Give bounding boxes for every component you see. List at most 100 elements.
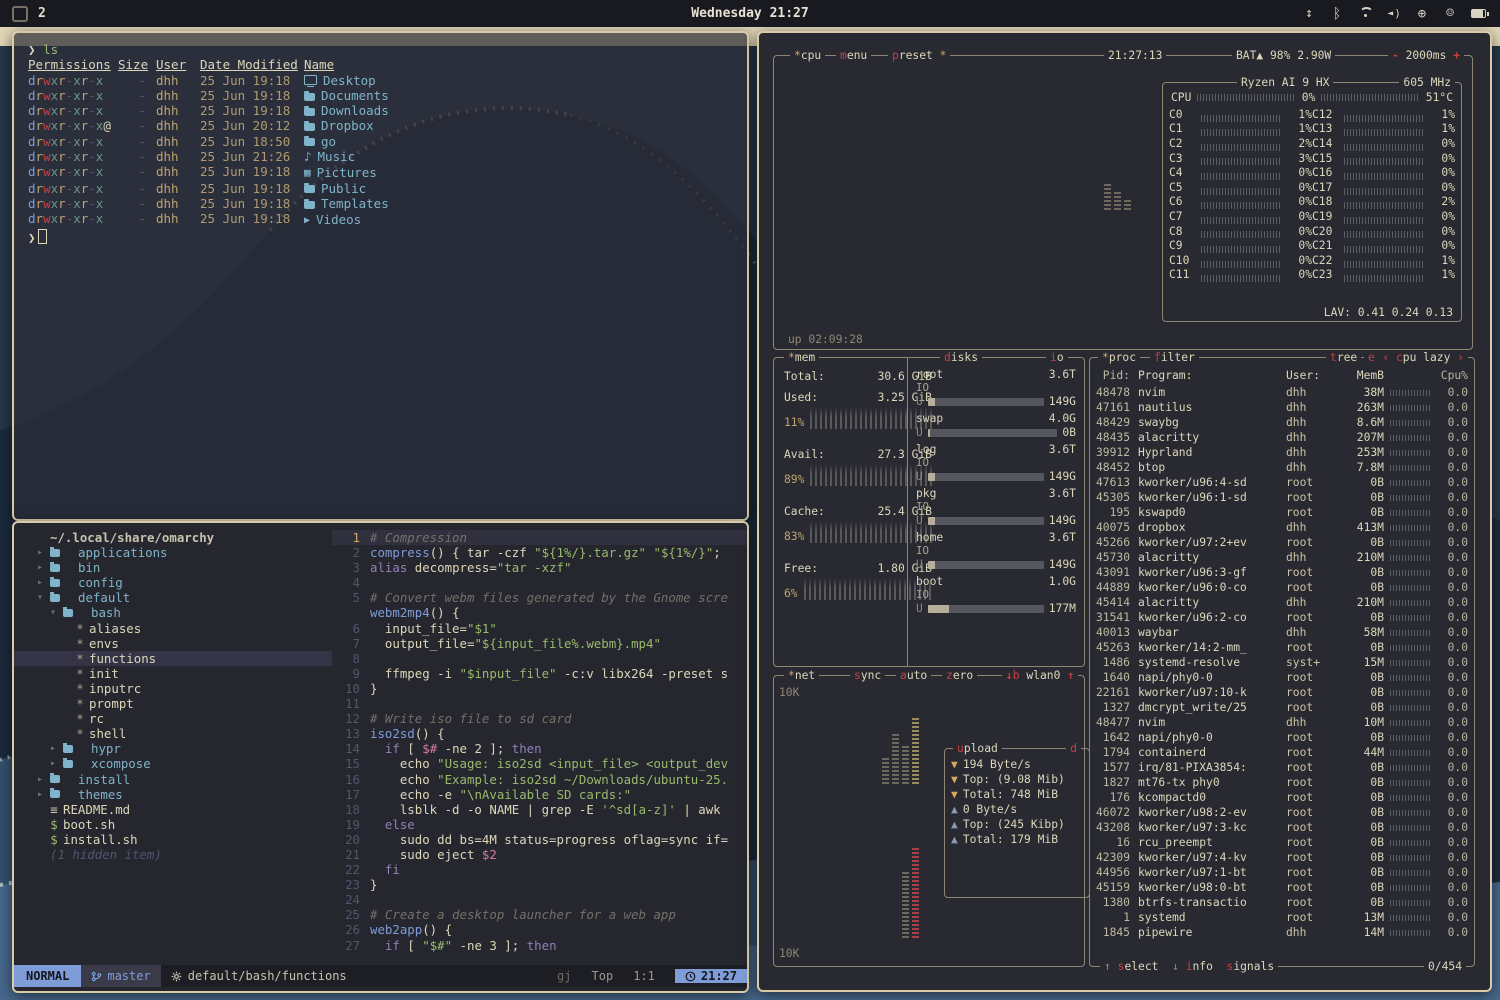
process-row[interactable]: 45263 kworker/14:2-mm_ root 0B 0.0 [1092, 640, 1472, 655]
tree-item[interactable]: inputrc [14, 681, 332, 696]
process-row[interactable]: 47613 kworker/u96:4-sd root 0B 0.0 [1092, 475, 1472, 490]
tree-item[interactable]: README.md [14, 802, 332, 817]
update-interval-control[interactable]: - 2000ms + [1388, 48, 1464, 63]
process-row[interactable]: 1577 irq/81-PIXA3854: root 0B 0.0 [1092, 760, 1472, 775]
process-row[interactable]: 43208 kworker/u97:3-kc root 0B 0.0 [1092, 820, 1472, 835]
process-row[interactable]: 48435 alacritty dhh 207M 0.0 [1092, 430, 1472, 445]
process-row[interactable]: 1640 napi/phy0-0 root 0B 0.0 [1092, 670, 1472, 685]
net-box-title[interactable]: *net [784, 668, 819, 683]
process-row[interactable]: 176 kcompactd0 root 0B 0.0 [1092, 790, 1472, 805]
code-line: 7 output_file="${input_file%.webm}.mp4" [332, 636, 747, 651]
process-mem: 0B [1338, 790, 1384, 805]
editor-window[interactable]: ~/.local/share/omarchy applications [12, 521, 749, 993]
process-row[interactable]: 1845 pipewire dhh 14M 0.0 [1092, 925, 1472, 940]
process-row[interactable]: 40013 waybar dhh 58M 0.0 [1092, 625, 1472, 640]
process-row[interactable]: 45305 kworker/u96:1-sd root 0B 0.0 [1092, 490, 1472, 505]
tree-item[interactable]: config [14, 575, 332, 590]
tree-item[interactable]: envs [14, 636, 332, 651]
tree-item[interactable]: boot.sh [14, 817, 332, 832]
terminal-window[interactable]: ❯ ls Permissions Size User Date Modified… [12, 31, 749, 521]
tree-item[interactable]: xcompose [14, 756, 332, 771]
tree-item[interactable]: default [14, 590, 332, 605]
process-row[interactable]: 42309 kworker/u97:4-kv root 0B 0.0 [1092, 850, 1472, 865]
process-row[interactable]: 1 systemd root 13M 0.0 [1092, 910, 1472, 925]
process-row[interactable]: 45414 alacritty dhh 210M 0.0 [1092, 595, 1472, 610]
net-auto-button[interactable]: auto [896, 668, 931, 683]
tree-item[interactable]: hypr [14, 741, 332, 756]
cpu-box-title[interactable]: *cpu [790, 48, 825, 63]
process-row[interactable]: 48477 nvim dhh 10M 0.0 [1092, 715, 1472, 730]
volume-icon[interactable] [1387, 6, 1401, 22]
tree-toggle[interactable]: tree [1326, 350, 1361, 365]
tree-item[interactable]: rc [14, 711, 332, 726]
net-upload-toggle[interactable]: upload [953, 741, 1002, 756]
prompt-line-empty[interactable]: ❯ [28, 229, 747, 245]
tree-item[interactable]: themes [14, 787, 332, 802]
filter-button[interactable]: filter [1150, 350, 1199, 365]
header-cpu[interactable]: Cpu% [1436, 368, 1472, 383]
process-row[interactable]: 48452 btop dhh 7.8M 0.0 [1092, 460, 1472, 475]
process-row[interactable]: 1327 dmcrypt_write/25 root 0B 0.0 [1092, 700, 1472, 715]
tree-item[interactable]: applications [14, 545, 332, 560]
tree-item[interactable]: bin [14, 560, 332, 575]
process-row[interactable]: 45266 kworker/u97:2+ev root 0B 0.0 [1092, 535, 1472, 550]
proc-footer-controls[interactable]: ↑ select ↓ info signals [1100, 959, 1278, 974]
code-buffer[interactable]: 1 # Compression 2 compress() { tar -czf … [332, 523, 747, 965]
process-row[interactable]: 1794 containerd root 44M 0.0 [1092, 745, 1472, 760]
process-row[interactable]: 46072 kworker/u98:2-ev root 0B 0.0 [1092, 805, 1472, 820]
tree-item[interactable]: prompt [14, 696, 332, 711]
process-row[interactable]: 48478 nvim dhh 38M 0.0 [1092, 385, 1472, 400]
wifi-icon[interactable] [1358, 6, 1373, 22]
process-row[interactable]: 45730 alacritty dhh 210M 0.0 [1092, 550, 1472, 565]
core-percent: 1% [1429, 108, 1455, 121]
network-icon[interactable] [1415, 6, 1429, 22]
process-row[interactable]: 195 kswapd0 root 0B 0.0 [1092, 505, 1472, 520]
proc-box-title[interactable]: *proc [1098, 350, 1140, 365]
process-row[interactable]: 1380 btrfs-transactio root 0B 0.0 [1092, 895, 1472, 910]
process-row[interactable]: 39912 Hyprland dhh 253M 0.0 [1092, 445, 1472, 460]
btop-window[interactable]: *cpu menu preset * 21:27:13 BAT▲ 98% 2.9… [757, 31, 1492, 992]
process-row[interactable]: 47161 nautilus dhh 263M 0.0 [1092, 400, 1472, 415]
net-interface-switcher[interactable]: ↓b wlan0 ↑ [1002, 668, 1078, 683]
tree-item[interactable]: init [14, 666, 332, 681]
net-sync-button[interactable]: sync [850, 668, 885, 683]
direction-arrow-icon: ▲ [951, 802, 958, 817]
process-row[interactable]: 44956 kworker/u97:1-bt root 0B 0.0 [1092, 865, 1472, 880]
disk-used-value: 149G [1049, 514, 1076, 527]
percore-toggle[interactable]: e [1364, 350, 1379, 365]
net-download-toggle[interactable]: d [1066, 741, 1081, 756]
tree-item[interactable]: bash [14, 605, 332, 620]
process-row[interactable]: 16 rcu_preempt root 0B 0.0 [1092, 835, 1472, 850]
sort-control[interactable]: ‹ cpu lazy › [1378, 350, 1468, 365]
process-row[interactable]: 1486 systemd-resolve syst+ 15M 0.0 [1092, 655, 1472, 670]
tree-item[interactable]: ~/.local/share/omarchy [14, 530, 332, 545]
process-row[interactable]: 44889 kworker/u96:0-co root 0B 0.0 [1092, 580, 1472, 595]
tree-item[interactable]: install.sh [14, 832, 332, 847]
process-row[interactable]: 43091 kworker/u96:3-gf root 0B 0.0 [1092, 565, 1472, 580]
tree-item[interactable]: install [14, 772, 332, 787]
process-row[interactable]: 40075 dropbox dhh 413M 0.0 [1092, 520, 1472, 535]
header-program[interactable]: Program: [1138, 368, 1286, 383]
header-user[interactable]: User: [1286, 368, 1338, 383]
preset-button[interactable]: preset * [888, 48, 950, 63]
process-row[interactable]: 1642 napi/phy0-0 root 0B 0.0 [1092, 730, 1472, 745]
tree-item[interactable]: functions [14, 651, 332, 666]
disk-io-label: IO [916, 456, 1076, 469]
tree-item[interactable]: aliases [14, 621, 332, 636]
menu-button[interactable]: menu [836, 48, 871, 63]
process-row[interactable]: 22161 kworker/u97:10-k root 0B 0.0 [1092, 685, 1472, 700]
process-row[interactable]: 1827 mt76-tx phy0 root 0B 0.0 [1092, 775, 1472, 790]
bluetooth-icon[interactable] [1330, 6, 1344, 22]
tree-item[interactable]: (1 hidden item) [14, 847, 332, 862]
process-row[interactable]: 48429 swaybg dhh 8.6M 0.0 [1092, 415, 1472, 430]
tree-item[interactable]: shell [14, 726, 332, 741]
updown-icon[interactable] [1302, 6, 1316, 22]
process-row[interactable]: 31541 kworker/u96:2-co root 0B 0.0 [1092, 610, 1472, 625]
header-mem[interactable]: MemB [1338, 368, 1384, 383]
process-user: dhh [1286, 550, 1338, 565]
process-row[interactable]: 45159 kworker/u98:0-bt root 0B 0.0 [1092, 880, 1472, 895]
header-pid[interactable]: Pid: [1092, 368, 1138, 383]
account-icon[interactable] [1443, 6, 1457, 22]
net-zero-button[interactable]: zero [942, 668, 977, 683]
battery-icon[interactable] [1471, 6, 1486, 22]
